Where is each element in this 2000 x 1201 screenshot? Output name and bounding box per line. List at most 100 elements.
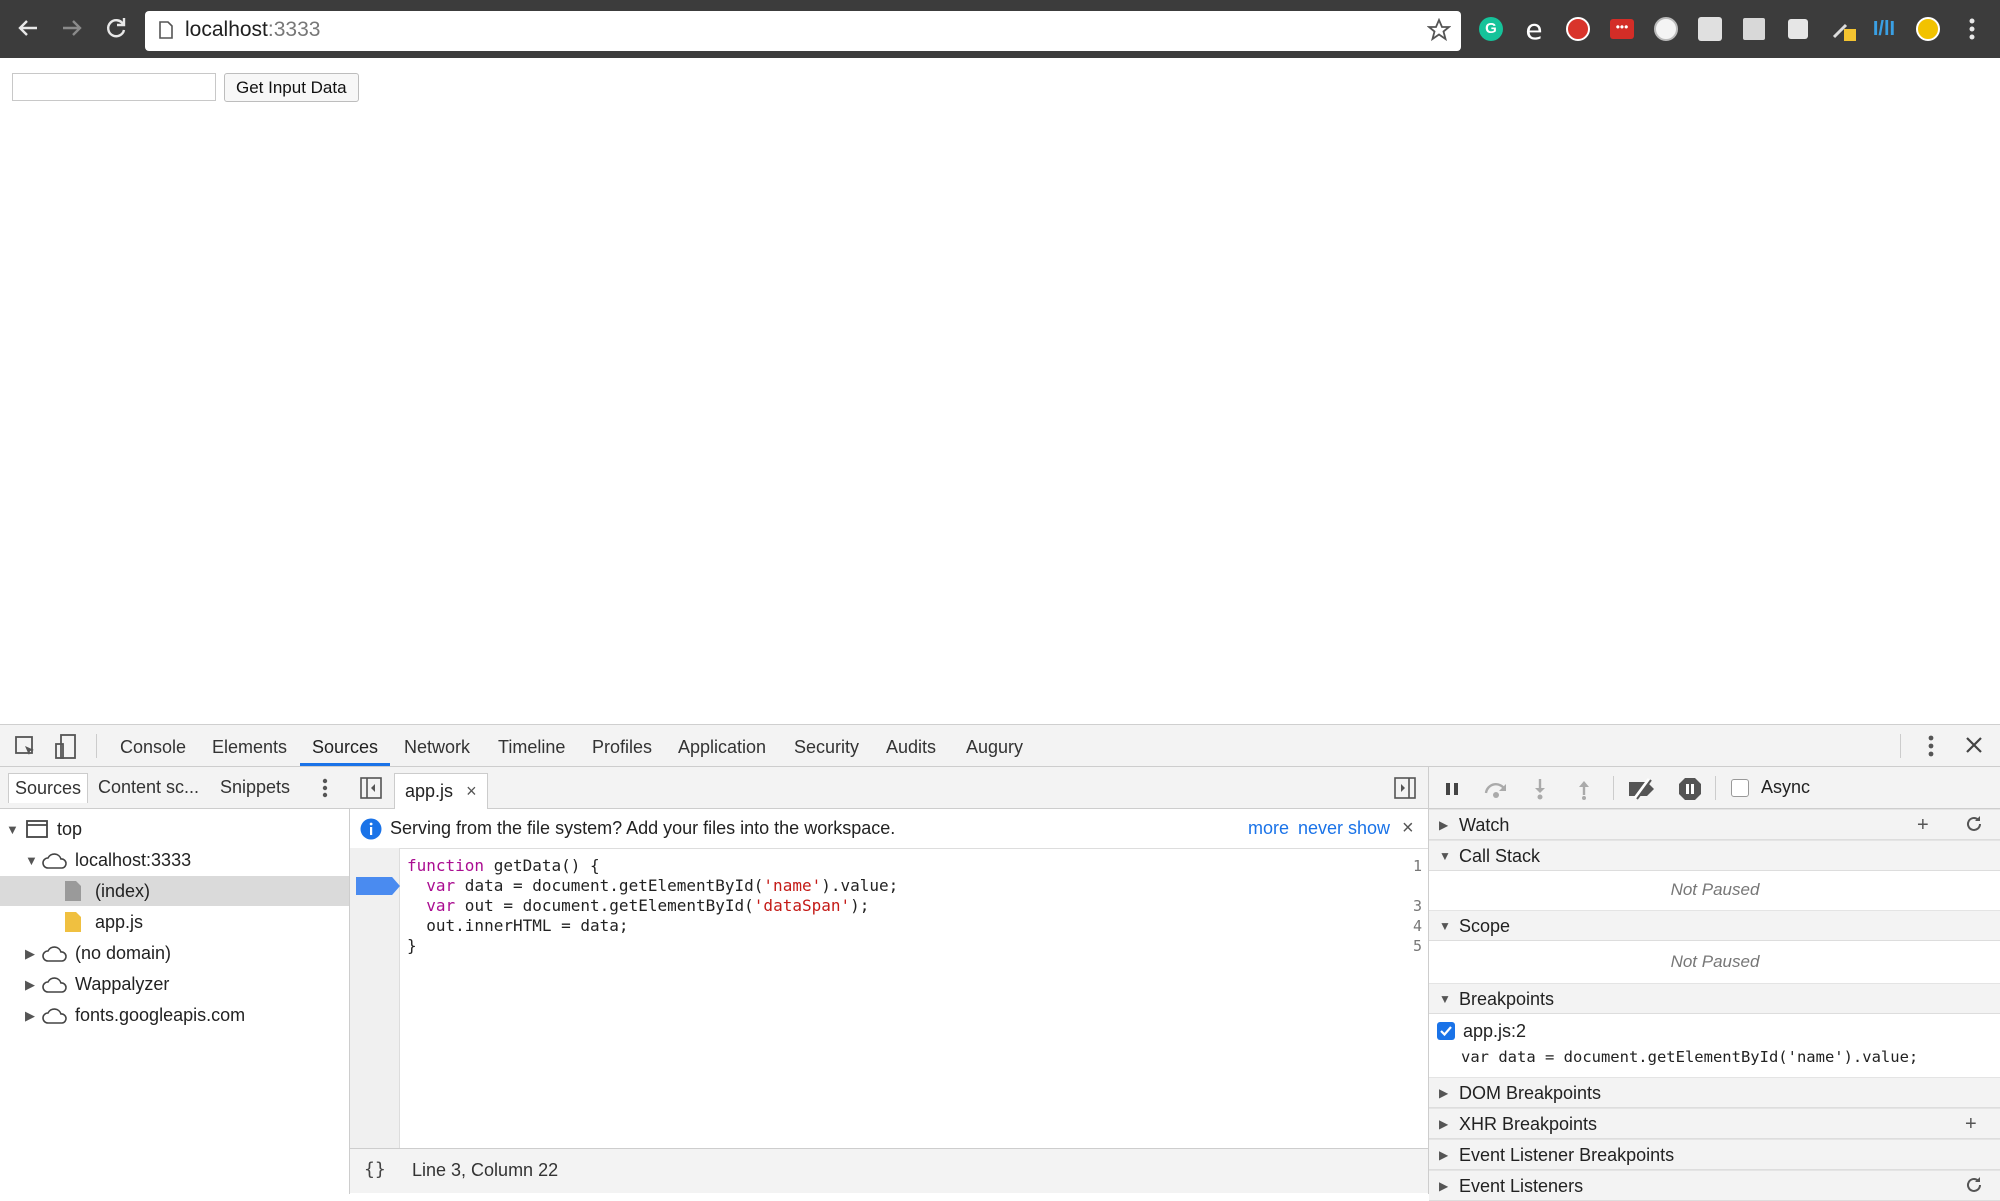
- devtools-menu-icon[interactable]: [1926, 734, 1936, 763]
- code-line[interactable]: function getData() {: [407, 856, 600, 876]
- step-into-icon[interactable]: [1527, 776, 1553, 802]
- add-xhr-breakpoint-icon[interactable]: +: [1965, 1113, 1977, 1136]
- pause-icon[interactable]: [1439, 776, 1465, 802]
- tab-application[interactable]: Application: [678, 725, 766, 767]
- bookmark-star-icon[interactable]: [1426, 17, 1452, 47]
- expand-right-icon: ▶: [25, 1008, 35, 1023]
- toggle-navigator-icon[interactable]: [360, 777, 382, 804]
- chrome-menu-icon[interactable]: [1958, 15, 1986, 43]
- breakpoint-code: var data = document.getElementById('name…: [1461, 1048, 1919, 1066]
- grammarly-icon[interactable]: G: [1477, 15, 1505, 43]
- moon-extension-icon[interactable]: [1914, 15, 1942, 43]
- call-stack-section-header[interactable]: ▼ Call Stack: [1429, 840, 2000, 871]
- lastpass-icon[interactable]: •••: [1608, 15, 1636, 43]
- tree-item-top[interactable]: ▼ top: [0, 814, 349, 844]
- close-icon[interactable]: [1964, 735, 1984, 760]
- tab-security[interactable]: Security: [794, 725, 859, 767]
- step-over-icon[interactable]: [1483, 776, 1509, 802]
- adblock-icon[interactable]: [1564, 15, 1592, 43]
- section-title: DOM Breakpoints: [1459, 1083, 1602, 1103]
- dom-breakpoints-section-header[interactable]: ▶ DOM Breakpoints: [1429, 1077, 2000, 1108]
- code-line[interactable]: var out = document.getElementById('dataS…: [407, 896, 869, 916]
- breakpoints-section-header[interactable]: ▼ Breakpoints: [1429, 983, 2000, 1014]
- navigator-tab-content-scripts[interactable]: Content sc...: [98, 777, 199, 798]
- editor-status-bar: {} Line 3, Column 22: [350, 1148, 1428, 1193]
- add-watch-icon[interactable]: +: [1917, 814, 1929, 837]
- gear-extension-icon[interactable]: [1696, 15, 1724, 43]
- reload-icon[interactable]: [98, 10, 134, 46]
- scope-section-header[interactable]: ▼ Scope: [1429, 910, 2000, 941]
- navigator-tab-sources[interactable]: Sources: [8, 773, 89, 803]
- device-toolbar-icon[interactable]: [54, 734, 78, 765]
- code-line[interactable]: }: [407, 936, 417, 956]
- circle-extension-icon[interactable]: [1652, 15, 1680, 43]
- code-line[interactable]: var data = document.getElementById('name…: [407, 876, 898, 896]
- code-content: 1 2 3 4 5 function getData() { var data …: [350, 848, 1428, 1148]
- expand-right-icon: ▶: [1439, 1086, 1449, 1100]
- tab-network[interactable]: Network: [404, 725, 470, 767]
- tree-item-index[interactable]: (index): [0, 876, 349, 906]
- xhr-breakpoints-section-header[interactable]: ▶ XHR Breakpoints +: [1429, 1108, 2000, 1139]
- tree-item-no-domain[interactable]: ▶ (no domain): [0, 938, 349, 968]
- breakpoint-marker[interactable]: [356, 877, 400, 895]
- tree-item-label: Wappalyzer: [75, 974, 170, 994]
- tab-console[interactable]: Console: [120, 725, 186, 767]
- name-input[interactable]: [12, 73, 216, 101]
- reader-extension-icon[interactable]: [1740, 15, 1768, 43]
- line-number: 1: [1412, 857, 1422, 875]
- infobar-more-link[interactable]: more: [1248, 818, 1289, 839]
- cloud-icon: [42, 1008, 68, 1029]
- e-extension-icon[interactable]: e: [1520, 13, 1548, 46]
- infobar-never-show-link[interactable]: never show: [1298, 818, 1390, 839]
- tree-item-label: localhost:3333: [75, 850, 192, 870]
- line-number: 5: [1412, 937, 1422, 955]
- get-input-data-button[interactable]: Get Input Data: [224, 73, 359, 102]
- event-listener-breakpoints-section-header[interactable]: ▶ Event Listener Breakpoints: [1429, 1139, 2000, 1170]
- pause-on-exceptions-icon[interactable]: [1677, 776, 1703, 802]
- devtools-main-toolbar: Console Elements Sources Network Timelin…: [0, 725, 2000, 767]
- line-number: 2: [1412, 877, 1422, 895]
- refresh-icon[interactable]: [1965, 815, 1983, 839]
- address-bar[interactable]: localhost:3333: [145, 11, 1461, 51]
- scope-status: Not Paused: [1670, 952, 1760, 971]
- async-checkbox[interactable]: [1731, 779, 1749, 797]
- frame-icon: [26, 820, 48, 843]
- refresh-icon[interactable]: [1965, 1176, 1983, 1200]
- breakpoint-location[interactable]: app.js:2: [1463, 1021, 1526, 1042]
- wappalyzer-icon[interactable]: I/lI: [1870, 15, 1898, 43]
- color-picker-icon[interactable]: [1830, 15, 1858, 43]
- close-tab-icon[interactable]: ×: [466, 781, 477, 801]
- back-arrow-icon[interactable]: [10, 10, 46, 46]
- event-listeners-section-header[interactable]: ▶ Event Listeners: [1429, 1170, 2000, 1201]
- tree-item-fonts-googleapis[interactable]: ▶ fonts.googleapis.com: [0, 1000, 349, 1030]
- forward-arrow-icon[interactable]: [54, 10, 90, 46]
- tab-profiles[interactable]: Profiles: [592, 725, 652, 767]
- tree-item-localhost[interactable]: ▼ localhost:3333: [0, 845, 349, 875]
- breakpoint-checkbox[interactable]: [1437, 1022, 1455, 1040]
- file-tab-app-js[interactable]: app.js ×: [394, 773, 488, 809]
- tab-augury[interactable]: Augury: [966, 725, 1023, 767]
- extension-icon[interactable]: [1784, 15, 1812, 43]
- code-line[interactable]: out.innerHTML = data;: [407, 916, 628, 936]
- close-infobar-icon[interactable]: ×: [1402, 817, 1414, 840]
- deactivate-breakpoints-icon[interactable]: [1627, 776, 1657, 802]
- expand-right-icon: ▶: [25, 946, 35, 961]
- tab-timeline[interactable]: Timeline: [498, 725, 565, 767]
- tree-item-wappalyzer[interactable]: ▶ Wappalyzer: [0, 969, 349, 999]
- section-title: Call Stack: [1459, 846, 1541, 866]
- call-stack-status: Not Paused: [1670, 880, 1760, 899]
- watch-section-header[interactable]: ▶ Watch +: [1429, 809, 2000, 840]
- toolbar-divider: [1900, 734, 1901, 758]
- tab-sources[interactable]: Sources: [300, 725, 391, 766]
- pretty-print-icon[interactable]: {}: [364, 1159, 386, 1180]
- inspect-element-icon[interactable]: [14, 735, 38, 764]
- tab-elements[interactable]: Elements: [212, 725, 287, 767]
- tree-item-app-js[interactable]: app.js: [0, 907, 349, 937]
- expand-down-icon: ▼: [6, 822, 19, 837]
- step-out-icon[interactable]: [1571, 776, 1597, 802]
- toggle-debugger-icon[interactable]: [1394, 777, 1416, 804]
- expand-down-icon: ▼: [1439, 919, 1451, 933]
- navigator-tab-snippets[interactable]: Snippets: [220, 777, 290, 798]
- navigator-menu-icon[interactable]: [320, 777, 330, 804]
- tab-audits[interactable]: Audits: [886, 725, 936, 767]
